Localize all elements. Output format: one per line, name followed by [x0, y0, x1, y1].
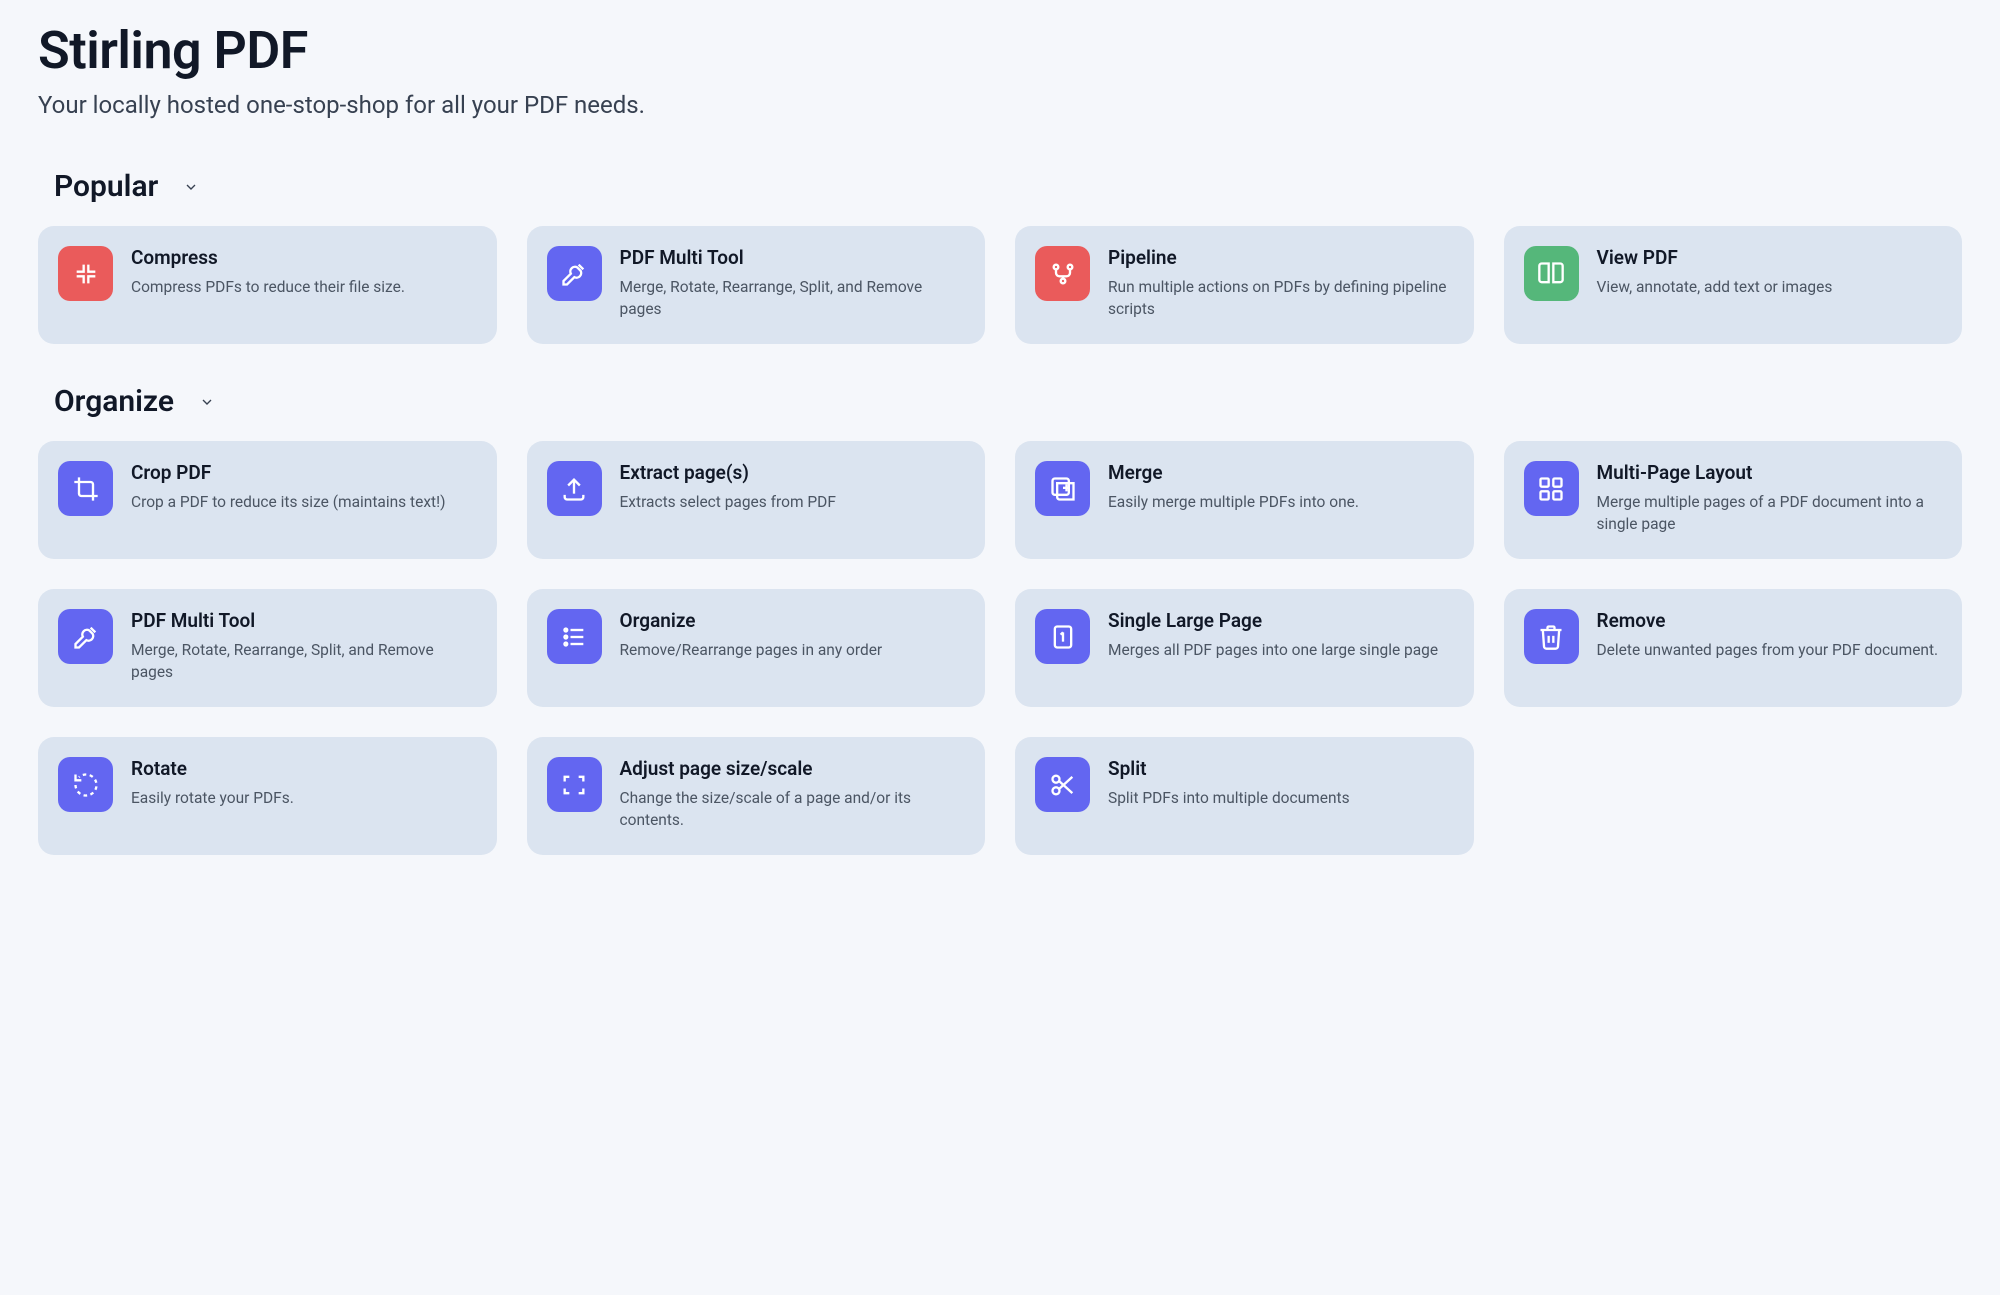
pipeline-icon	[1035, 246, 1090, 301]
card-desc: Split PDFs into multiple documents	[1108, 788, 1454, 810]
card-remove[interactable]: Remove Delete unwanted pages from your P…	[1504, 589, 1963, 707]
card-title: PDF Multi Tool	[620, 246, 966, 269]
crop-icon	[58, 461, 113, 516]
card-rotate[interactable]: Rotate Easily rotate your PDFs.	[38, 737, 497, 855]
upload-icon	[547, 461, 602, 516]
card-title: View PDF	[1597, 246, 1943, 269]
card-title: PDF Multi Tool	[131, 609, 477, 632]
card-desc: Delete unwanted pages from your PDF docu…	[1597, 640, 1943, 662]
tools-icon	[58, 609, 113, 664]
section-header-popular[interactable]: Popular	[38, 169, 1962, 204]
rotate-icon	[58, 757, 113, 812]
card-desc: Change the size/scale of a page and/or i…	[620, 788, 966, 831]
card-title: Crop PDF	[131, 461, 477, 484]
grid-icon	[1524, 461, 1579, 516]
organize-grid: Crop PDF Crop a PDF to reduce its size (…	[38, 441, 1962, 855]
merge-icon	[1035, 461, 1090, 516]
card-desc: Easily merge multiple PDFs into one.	[1108, 492, 1454, 514]
chevron-down-icon	[198, 393, 216, 411]
card-compress[interactable]: Compress Compress PDFs to reduce their f…	[38, 226, 497, 344]
page-subtitle: Your locally hosted one-stop-shop for al…	[38, 91, 1962, 119]
card-title: Compress	[131, 246, 477, 269]
card-multitool2[interactable]: PDF Multi Tool Merge, Rotate, Rearrange,…	[38, 589, 497, 707]
card-desc: Run multiple actions on PDFs by defining…	[1108, 277, 1454, 320]
book-open-icon	[1524, 246, 1579, 301]
card-multipage[interactable]: Multi-Page Layout Merge multiple pages o…	[1504, 441, 1963, 559]
card-desc: Merge, Rotate, Rearrange, Split, and Rem…	[620, 277, 966, 320]
card-merge[interactable]: Merge Easily merge multiple PDFs into on…	[1015, 441, 1474, 559]
section-header-organize[interactable]: Organize	[38, 384, 1962, 419]
card-title: Rotate	[131, 757, 477, 780]
card-split[interactable]: Split Split PDFs into multiple documents	[1015, 737, 1474, 855]
card-desc: Remove/Rearrange pages in any order	[620, 640, 966, 662]
card-desc: Crop a PDF to reduce its size (maintains…	[131, 492, 477, 514]
compress-icon	[58, 246, 113, 301]
card-adjust[interactable]: Adjust page size/scale Change the size/s…	[527, 737, 986, 855]
card-desc: View, annotate, add text or images	[1597, 277, 1943, 299]
card-pipeline[interactable]: Pipeline Run multiple actions on PDFs by…	[1015, 226, 1474, 344]
card-title: Organize	[620, 609, 966, 632]
card-extract[interactable]: Extract page(s) Extracts select pages fr…	[527, 441, 986, 559]
card-title: Extract page(s)	[620, 461, 966, 484]
card-desc: Compress PDFs to reduce their file size.	[131, 277, 477, 299]
chevron-down-icon	[182, 178, 200, 196]
card-title: Merge	[1108, 461, 1454, 484]
card-crop[interactable]: Crop PDF Crop a PDF to reduce its size (…	[38, 441, 497, 559]
card-desc: Extracts select pages from PDF	[620, 492, 966, 514]
list-icon	[547, 609, 602, 664]
card-title: Remove	[1597, 609, 1943, 632]
card-multitool[interactable]: PDF Multi Tool Merge, Rotate, Rearrange,…	[527, 226, 986, 344]
section-title: Organize	[54, 384, 174, 419]
card-title: Multi-Page Layout	[1597, 461, 1943, 484]
card-desc: Merges all PDF pages into one large sing…	[1108, 640, 1454, 662]
card-desc: Easily rotate your PDFs.	[131, 788, 477, 810]
card-singlelarge[interactable]: Single Large Page Merges all PDF pages i…	[1015, 589, 1474, 707]
card-view[interactable]: View PDF View, annotate, add text or ima…	[1504, 226, 1963, 344]
trash-icon	[1524, 609, 1579, 664]
card-desc: Merge multiple pages of a PDF document i…	[1597, 492, 1943, 535]
section-title: Popular	[54, 169, 158, 204]
card-desc: Merge, Rotate, Rearrange, Split, and Rem…	[131, 640, 477, 683]
scissors-icon	[1035, 757, 1090, 812]
card-title: Split	[1108, 757, 1454, 780]
fullscreen-icon	[547, 757, 602, 812]
card-title: Adjust page size/scale	[620, 757, 966, 780]
tools-icon	[547, 246, 602, 301]
page-title: Stirling PDF	[38, 20, 1962, 81]
card-title: Single Large Page	[1108, 609, 1454, 632]
card-organize[interactable]: Organize Remove/Rearrange pages in any o…	[527, 589, 986, 707]
popular-grid: Compress Compress PDFs to reduce their f…	[38, 226, 1962, 344]
card-title: Pipeline	[1108, 246, 1454, 269]
page-one-icon	[1035, 609, 1090, 664]
